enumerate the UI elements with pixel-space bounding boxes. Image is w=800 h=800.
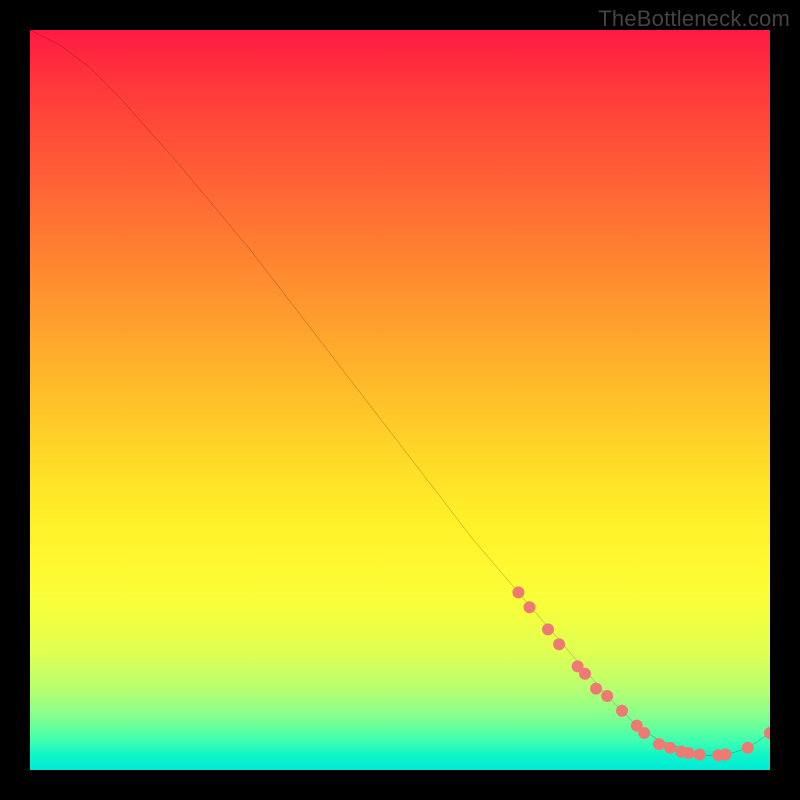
chart-svg: [30, 30, 770, 770]
marker-dot: [683, 747, 695, 759]
watermark-text: TheBottleneck.com: [598, 6, 790, 32]
marker-dot: [664, 742, 676, 754]
curve-path: [30, 30, 770, 755]
markers-group: [512, 586, 770, 761]
marker-dot: [590, 683, 602, 695]
marker-dot: [601, 690, 613, 702]
marker-dot: [742, 742, 754, 754]
marker-dot: [523, 601, 535, 613]
marker-dot: [553, 638, 565, 650]
marker-dot: [542, 623, 554, 635]
chart-container: TheBottleneck.com: [0, 0, 800, 800]
marker-dot: [653, 738, 665, 750]
marker-dot: [638, 727, 650, 739]
marker-dot: [512, 586, 524, 598]
plot-area: [30, 30, 770, 770]
marker-dot: [579, 668, 591, 680]
marker-dot: [694, 748, 706, 760]
marker-dot: [616, 705, 628, 717]
marker-dot: [720, 748, 732, 760]
marker-dot: [764, 727, 770, 739]
